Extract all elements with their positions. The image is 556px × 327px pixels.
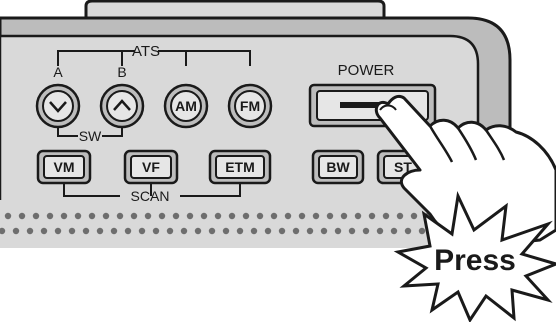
grille-dot — [74, 212, 82, 220]
grille-dot — [292, 227, 300, 235]
grille-dot — [166, 227, 174, 235]
grille-dot — [32, 212, 40, 220]
grille-dot — [382, 212, 390, 220]
grille-dot — [340, 212, 348, 220]
power-label: POWER — [338, 62, 395, 79]
grille-dot — [88, 212, 96, 220]
fm-button[interactable]: FM — [227, 83, 273, 129]
grille-dot — [18, 212, 26, 220]
grille-dot — [124, 227, 132, 235]
grille-dot — [410, 212, 418, 220]
sw-up-button[interactable] — [99, 83, 145, 129]
grille-dot — [186, 212, 194, 220]
fm-button-label: FM — [240, 98, 260, 114]
grille-dot — [278, 227, 286, 235]
grille-dot — [200, 212, 208, 220]
grille-dot — [96, 227, 104, 235]
grille-dot — [152, 227, 160, 235]
grille-dot — [102, 212, 110, 220]
grille-dot — [110, 227, 118, 235]
vf-button[interactable]: VF — [123, 149, 179, 185]
b-label: B — [117, 64, 126, 80]
grille-dot — [60, 212, 68, 220]
grille-dot — [68, 227, 76, 235]
grille-dot — [396, 212, 404, 220]
grille-dot — [312, 212, 320, 220]
grille-dot — [236, 227, 244, 235]
grille-dot — [242, 212, 250, 220]
grille-dot — [208, 227, 216, 235]
am-button-label: AM — [175, 98, 197, 114]
scan-label: SCAN — [131, 188, 170, 204]
grille-dot — [250, 227, 258, 235]
grille-dot — [54, 227, 62, 235]
sw-label: SW — [79, 128, 102, 144]
vm-button-label: VM — [54, 159, 75, 175]
grille-dot — [390, 227, 398, 235]
grille-dot — [362, 227, 370, 235]
grille-dot — [116, 212, 124, 220]
grille-dot — [228, 212, 236, 220]
sw-down-button[interactable] — [35, 83, 81, 129]
etm-button-label: ETM — [225, 159, 255, 175]
grille-dot — [334, 227, 342, 235]
radio-front-panel-illustration: ATS A B AM FM SW POWER VM VF ETM BW ST S… — [0, 0, 556, 324]
grille-dot — [320, 227, 328, 235]
ats-label: ATS — [132, 43, 160, 60]
grille-dot — [180, 227, 188, 235]
grille-dot — [298, 212, 306, 220]
grille-dot — [138, 227, 146, 235]
grille-dot — [256, 212, 264, 220]
press-callout-text: Press — [434, 244, 516, 277]
am-button[interactable]: AM — [163, 83, 209, 129]
grille-dot — [46, 212, 54, 220]
bw-button[interactable]: BW — [311, 149, 365, 185]
grille-dot — [270, 212, 278, 220]
grille-dot — [82, 227, 90, 235]
panel-top-tab — [84, 0, 386, 20]
grille-dot — [306, 227, 314, 235]
grille-dot — [40, 227, 48, 235]
grille-dot — [368, 212, 376, 220]
vm-button[interactable]: VM — [36, 149, 92, 185]
grille-dot — [158, 212, 166, 220]
grille-dot — [284, 212, 292, 220]
grille-dot — [348, 227, 356, 235]
grille-dot — [418, 227, 426, 235]
grille-dot — [264, 227, 272, 235]
etm-button[interactable]: ETM — [208, 149, 272, 185]
vf-button-label: VF — [142, 159, 160, 175]
bw-button-label: BW — [326, 159, 350, 175]
grille-dot — [222, 227, 230, 235]
grille-dot — [376, 227, 384, 235]
a-label: A — [53, 64, 63, 80]
grille-dot — [144, 212, 152, 220]
grille-dot — [12, 227, 20, 235]
grille-dot — [172, 212, 180, 220]
grille-dot — [326, 212, 334, 220]
grille-dot — [354, 212, 362, 220]
grille-dot — [4, 212, 12, 220]
grille-dot — [194, 227, 202, 235]
grille-dot — [26, 227, 34, 235]
grille-dot — [130, 212, 138, 220]
grille-dot — [404, 227, 412, 235]
grille-dot — [214, 212, 222, 220]
